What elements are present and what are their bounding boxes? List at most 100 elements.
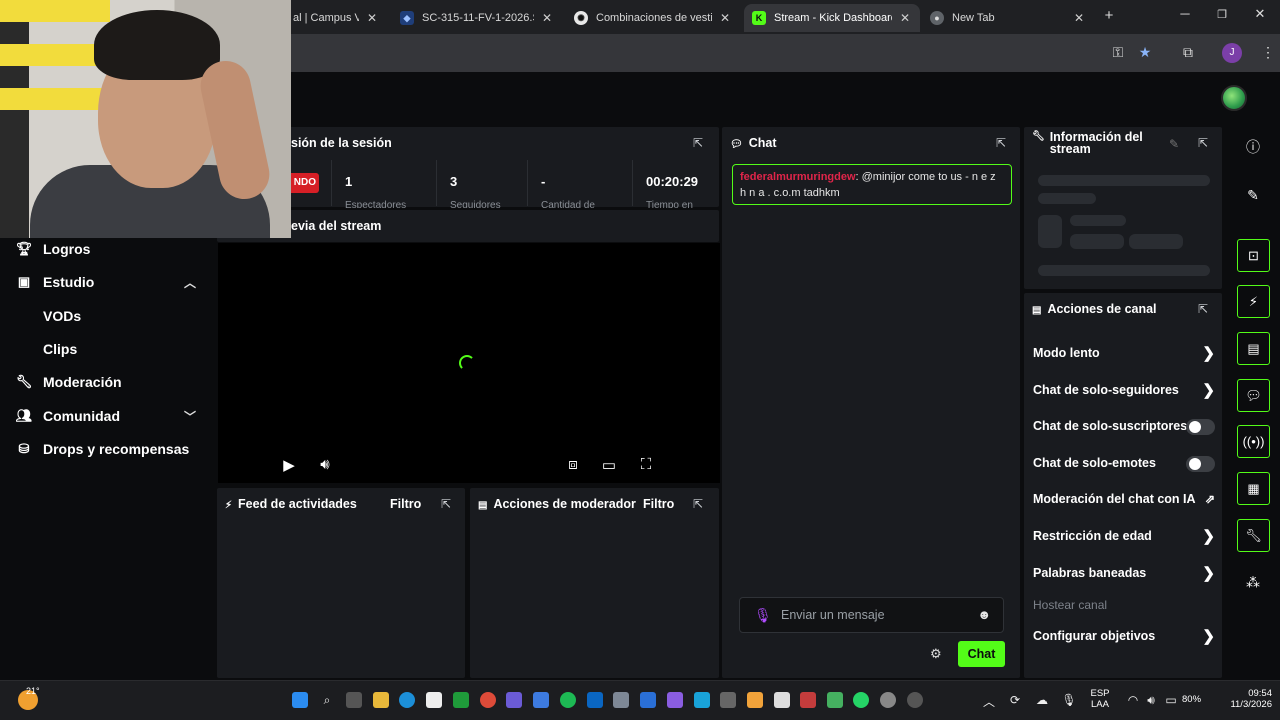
expand-icon[interactable]: ⇱ xyxy=(439,497,453,511)
sidebar-item-logros[interactable]: 🏆︎ Logros xyxy=(0,235,214,263)
close-window-button[interactable]: ✕ xyxy=(1250,6,1270,22)
tab-kick-dashboard[interactable]: K Stream - Kick Dashboard ✕ xyxy=(744,4,920,32)
tab-sc-document[interactable]: ◆ SC-315-11-FV-1-2026.SC_ ✕ xyxy=(392,4,562,32)
app-icon[interactable] xyxy=(907,692,923,708)
sidebar-item-vods[interactable]: VODs xyxy=(0,302,214,330)
chat-send-button[interactable]: Chat xyxy=(958,641,1005,667)
store-icon[interactable] xyxy=(426,692,442,708)
play-icon[interactable]: ▶ xyxy=(279,456,299,474)
channel-actions-icon[interactable]: ▦ xyxy=(1237,472,1270,505)
settings-icon[interactable] xyxy=(880,692,896,708)
gear-icon[interactable]: ⚙ xyxy=(930,646,942,662)
tray-overflow-icon[interactable]: ︿ xyxy=(981,693,997,710)
edge-icon[interactable] xyxy=(399,692,415,708)
sidebar-item-comunidad[interactable]: 👥︎ Comunidad ﹀ xyxy=(0,402,214,430)
app-icon[interactable] xyxy=(720,692,736,708)
expand-icon[interactable]: ⇱ xyxy=(691,136,705,150)
word-icon[interactable] xyxy=(640,692,656,708)
sidebar-item-moderacion[interactable]: 🔧︎ Moderación xyxy=(0,368,214,396)
teams-icon[interactable] xyxy=(506,692,522,708)
expand-icon[interactable]: ⇱ xyxy=(1196,136,1210,150)
sidebar-item-clips[interactable]: Clips xyxy=(0,335,214,363)
user-avatar[interactable] xyxy=(1221,85,1247,111)
tab-campus[interactable]: al | Campus Vi ✕ xyxy=(285,4,387,32)
minimize-button[interactable]: ─ xyxy=(1175,6,1195,21)
close-icon[interactable]: ✕ xyxy=(898,11,912,25)
action-ai-moderation[interactable]: Moderación del chat con IA ⇗ xyxy=(1033,492,1215,510)
app-icon[interactable] xyxy=(694,692,710,708)
xbox-icon[interactable] xyxy=(453,692,469,708)
onedrive-icon[interactable]: ☁ xyxy=(1034,693,1050,707)
chat-bubble-icon[interactable]: 💬︎ xyxy=(1237,379,1270,412)
moderator-filter-button[interactable]: Filtro xyxy=(643,497,674,511)
battery-icon[interactable]: ▭ xyxy=(1163,693,1179,707)
emotes-only-toggle[interactable] xyxy=(1186,456,1215,472)
language-indicator[interactable]: ESP LAA xyxy=(1088,688,1112,710)
app-icon[interactable] xyxy=(827,692,843,708)
spotify-icon[interactable] xyxy=(560,692,576,708)
expand-icon[interactable]: ⇱ xyxy=(691,497,705,511)
linkedin-icon[interactable] xyxy=(587,692,603,708)
close-icon[interactable]: ✕ xyxy=(540,11,554,25)
close-icon[interactable]: ✕ xyxy=(1072,11,1086,25)
subscribers-only-toggle[interactable] xyxy=(1186,419,1215,435)
whatsapp-icon[interactable] xyxy=(853,692,869,708)
app-icon[interactable] xyxy=(800,692,816,708)
new-tab-button[interactable]: + xyxy=(1099,7,1119,24)
wifi-icon[interactable]: ◠ xyxy=(1125,693,1141,707)
activity-feed-title-text: Feed de actividades xyxy=(238,497,357,511)
close-icon[interactable]: ✕ xyxy=(365,11,379,25)
chrome-icon[interactable] xyxy=(480,692,496,708)
task-view-icon[interactable] xyxy=(346,692,362,708)
pencil-icon[interactable]: ✎ xyxy=(1241,183,1265,207)
microphone-icon[interactable]: 🎙︎ xyxy=(1061,693,1077,707)
chat-input[interactable]: 🎙︎ Enviar un mensaje ☻ xyxy=(739,597,1004,633)
close-icon[interactable]: ✕ xyxy=(718,11,732,25)
document-icon[interactable]: ▤ xyxy=(1237,332,1270,365)
maximize-button[interactable]: ❐ xyxy=(1212,8,1232,21)
chat-username[interactable]: federalmurmuringdew xyxy=(740,171,856,183)
trophy-icon: 🏆︎ xyxy=(15,241,33,256)
app-icon[interactable] xyxy=(533,692,549,708)
bookmark-star-icon[interactable]: ★ xyxy=(1135,44,1155,61)
tab-combinaciones[interactable]: ✺ Combinaciones de vestime ✕ xyxy=(566,4,740,32)
action-configure-goals[interactable]: Configurar objetivos ❯ xyxy=(1033,628,1215,647)
expand-icon[interactable]: ⇱ xyxy=(994,136,1008,150)
file-explorer-icon[interactable] xyxy=(373,692,389,708)
search-icon[interactable]: ⌕ xyxy=(319,693,335,708)
sidebar-item-estudio[interactable]: ▣ Estudio ︿ xyxy=(0,268,214,296)
app-icon[interactable] xyxy=(747,692,763,708)
extensions-icon[interactable]: ⧉ xyxy=(1178,44,1198,61)
browser-menu-icon[interactable]: ⋮ xyxy=(1258,44,1278,61)
action-banned-words[interactable]: Palabras baneadas ❯ xyxy=(1033,565,1215,584)
tab-new-tab[interactable]: ● New Tab ✕ xyxy=(922,4,1094,32)
theater-mode-icon[interactable]: ▭ xyxy=(599,456,619,474)
microphone-icon[interactable]: 🎙︎ xyxy=(754,607,772,624)
screenshot-icon[interactable]: ⊡ xyxy=(1237,239,1270,272)
wrench-icon[interactable]: 🔧︎ xyxy=(1237,519,1270,552)
fullscreen-icon[interactable]: ⛶ xyxy=(636,456,656,473)
info-icon[interactable]: ⓘ xyxy=(1241,135,1265,159)
windows-start-icon[interactable] xyxy=(292,692,308,708)
password-key-icon[interactable]: ⚿ xyxy=(1108,44,1128,61)
app-icon[interactable] xyxy=(613,692,629,708)
app-icon[interactable] xyxy=(667,692,683,708)
action-followers-only[interactable]: Chat de solo-seguidores ❯ xyxy=(1033,382,1215,401)
volume-icon[interactable]: 🔊︎ xyxy=(315,456,335,473)
volume-icon[interactable]: 🔊︎ xyxy=(1143,693,1159,708)
broadcast-icon[interactable]: ((•)) xyxy=(1237,425,1270,458)
bolt-icon[interactable]: ⚡︎ xyxy=(1237,285,1270,318)
emoji-icon[interactable]: ☻ xyxy=(977,607,991,622)
action-slow-mode[interactable]: Modo lento ❯ xyxy=(1033,345,1215,364)
expand-icon[interactable]: ⇱ xyxy=(1196,302,1210,316)
app-icon[interactable] xyxy=(774,692,790,708)
action-age-restriction[interactable]: Restricción de edad ❯ xyxy=(1033,528,1215,547)
picture-in-picture-icon[interactable]: ⧈ xyxy=(563,456,583,473)
activity-filter-button[interactable]: Filtro xyxy=(390,497,421,511)
clock[interactable]: 09:54 11/3/2026 xyxy=(1208,688,1272,710)
pencil-icon[interactable]: ✎ xyxy=(1167,137,1181,151)
sidebar-item-drops[interactable]: ⛁ Drops y recompensas xyxy=(0,435,214,463)
add-widget-icon[interactable]: ⁂ xyxy=(1241,570,1265,594)
profile-avatar[interactable]: J xyxy=(1222,43,1242,63)
tray-app-icon[interactable]: ⟳ xyxy=(1007,693,1023,707)
